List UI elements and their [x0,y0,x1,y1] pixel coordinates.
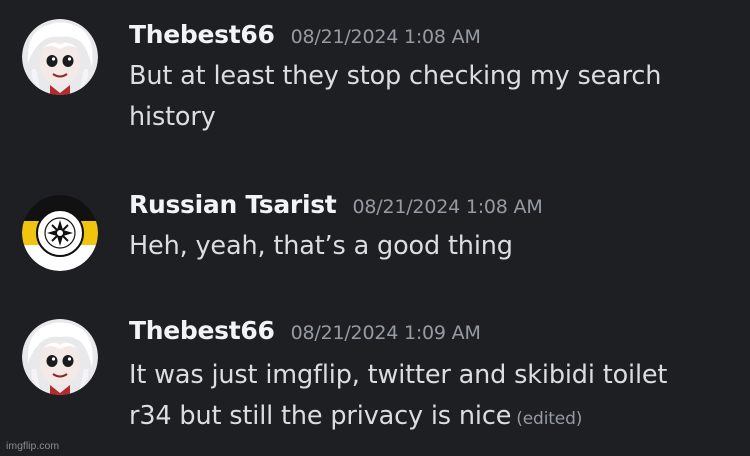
edited-label: (edited) [516,409,583,429]
message-line: Heh, yeah, that’s a good thing [129,231,513,261]
message-line: It was just imgflip, twitter and skibidi… [129,360,668,390]
watermark: imgflip.com [6,440,60,452]
message-header: Thebest66 08/21/2024 1:08 AM [129,20,481,49]
message-content: Heh, yeah, that’s a good thing [129,226,513,267]
message-header: Thebest66 08/21/2024 1:09 AM [129,316,481,345]
timestamp: 08/21/2024 1:08 AM [290,26,481,48]
username[interactable]: Thebest66 [129,20,275,49]
anime-girl-avatar-icon[interactable] [22,19,98,95]
anime-girl-avatar-icon[interactable] [22,319,98,395]
message-content: But at least they stop checking my searc… [129,56,661,138]
timestamp: 08/21/2024 1:08 AM [352,196,543,218]
message-line: history [129,102,216,132]
imperial-flag-emblem-avatar-icon[interactable] [22,195,98,271]
username[interactable]: Thebest66 [129,316,275,345]
message-line: But at least they stop checking my searc… [129,61,662,91]
message-line: r34 but still the privacy is nice (edited… [129,396,667,440]
chat-message-list: Thebest66 08/21/2024 1:08 AM But at leas… [0,0,750,456]
message-header: Russian Tsarist 08/21/2024 1:08 AM [129,190,543,219]
username[interactable]: Russian Tsarist [129,190,337,219]
message-line-text: r34 but still the privacy is nice [129,401,512,431]
message-content: It was just imgflip, twitter and skibidi… [129,355,667,440]
timestamp: 08/21/2024 1:09 AM [290,322,481,344]
